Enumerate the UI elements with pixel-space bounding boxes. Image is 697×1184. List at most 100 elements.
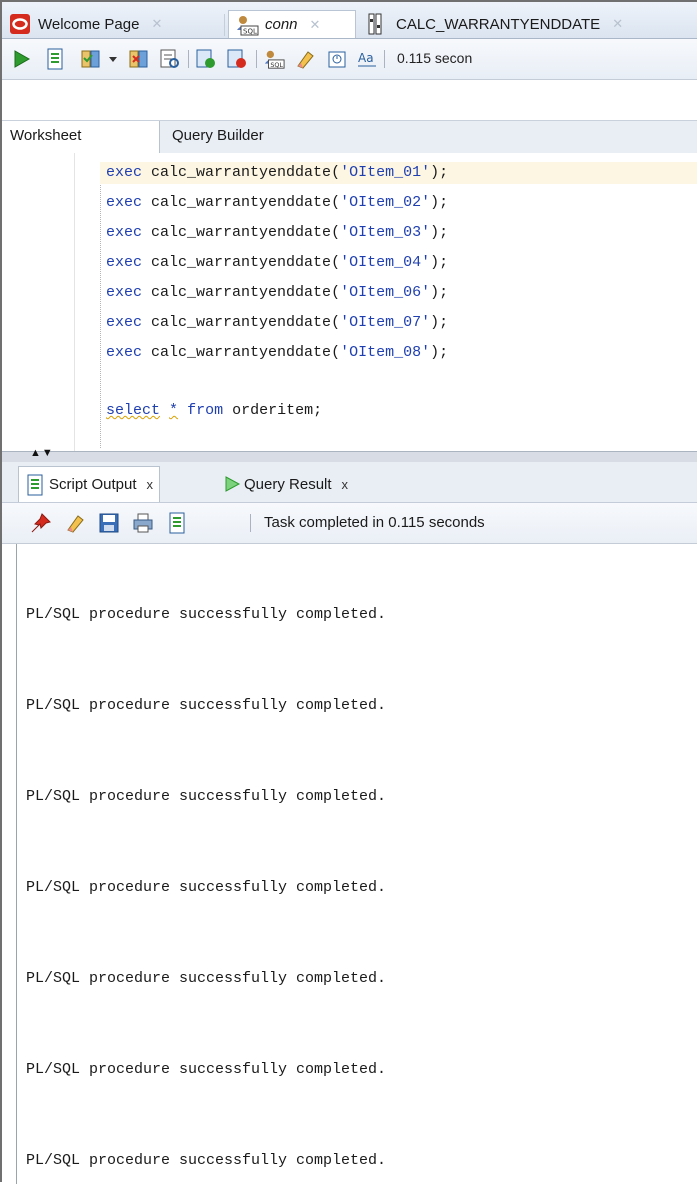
keyword-exec: exec: [106, 254, 143, 271]
toolbar-divider: [250, 514, 251, 532]
tab-divider: [224, 14, 225, 36]
keyword-exec: exec: [106, 284, 143, 301]
svg-text:SQL: SQL: [243, 27, 257, 35]
document-tab-bar: Welcome Page ✕ SQL conn ✕ CALC_WARRANTYE…: [2, 2, 697, 39]
keyword-exec: exec: [106, 194, 143, 211]
tab-label: Script Output: [49, 476, 137, 493]
ide-window: Welcome Page ✕ SQL conn ✕ CALC_WARRANTYE…: [0, 0, 697, 1184]
tab-label: Welcome Page: [38, 15, 140, 33]
close-icon[interactable]: x: [147, 477, 154, 492]
save-icon[interactable]: [98, 512, 120, 534]
svg-text:Aa: Aa: [358, 51, 374, 65]
autotrace-icon[interactable]: [195, 48, 217, 70]
close-paren: );: [430, 254, 449, 271]
string-literal: 'OItem_02': [340, 194, 431, 211]
open-paren: (: [331, 194, 341, 211]
keyword-exec: exec: [106, 344, 143, 361]
output-line: PL/SQL procedure successfully completed.: [26, 788, 387, 805]
code-line-exec[interactable]: exec calc_warrantyenddate('OItem_01');: [100, 162, 697, 184]
close-icon[interactable]: ✕: [310, 17, 321, 33]
sql-editor[interactable]: exec calc_warrantyenddate('OItem_01'); ex…: [2, 153, 697, 451]
print-icon[interactable]: [132, 512, 154, 534]
procedure-name: calc_warrantyenddate: [151, 194, 332, 211]
worksheet-toolbar: SQL Aa 0.115 secon: [2, 39, 697, 80]
code-line-exec[interactable]: exec calc_warrantyenddate('OItem_03');: [106, 222, 448, 244]
worksheet-tab-bar: Worksheet Query Builder: [2, 120, 697, 154]
run-script-icon[interactable]: [44, 48, 66, 70]
tab-script-output[interactable]: Script Output x: [18, 466, 161, 502]
tab-conn[interactable]: SQL conn ✕: [228, 10, 356, 38]
procedure-name: calc_warrantyenddate: [151, 164, 332, 181]
line-gutter: [2, 153, 75, 451]
sql-tuning-icon[interactable]: [226, 48, 248, 70]
script-output-pane[interactable]: PL/SQL procedure successfully completed.…: [16, 544, 697, 1184]
code-line-select[interactable]: select * from orderitem;: [106, 400, 322, 422]
toolbar-spacer: [2, 80, 697, 120]
string-literal: 'OItem_01': [340, 164, 431, 181]
procedure-name: calc_warrantyenddate: [151, 254, 332, 271]
output-line: PL/SQL procedure successfully completed.: [26, 606, 387, 623]
toolbar-divider: [256, 50, 257, 68]
keyword-select: select: [106, 402, 161, 419]
code-line-exec[interactable]: exec calc_warrantyenddate('OItem_04');: [106, 252, 448, 274]
output-line: PL/SQL procedure successfully completed.: [26, 879, 387, 896]
procedure-icon: [366, 13, 386, 35]
code-line-exec[interactable]: exec calc_warrantyenddate('OItem_07');: [106, 312, 448, 334]
clear-icon[interactable]: [64, 512, 86, 534]
sql-connection-icon: SQL: [235, 14, 259, 36]
code-line-exec[interactable]: exec calc_warrantyenddate('OItem_06');: [106, 282, 448, 304]
dropdown-icon[interactable]: [105, 48, 121, 70]
code-line-exec[interactable]: exec calc_warrantyenddate('OItem_02');: [106, 192, 448, 214]
output-line: PL/SQL procedure successfully completed.: [26, 1061, 387, 1078]
tab-label: conn: [265, 16, 298, 33]
close-paren: );: [430, 344, 449, 361]
string-literal: 'OItem_04': [340, 254, 431, 271]
explain-plan-icon[interactable]: [159, 48, 181, 70]
close-paren: );: [430, 194, 449, 211]
execution-time: 0.115 secon: [397, 50, 473, 66]
splitter-arrows-icon[interactable]: ▲▼: [30, 448, 54, 459]
toolbar-divider: [384, 50, 385, 68]
pin-icon[interactable]: [30, 512, 52, 534]
close-paren: );: [430, 284, 449, 301]
run-statement-icon[interactable]: [10, 48, 32, 70]
output-line: PL/SQL procedure successfully completed.: [26, 1152, 387, 1169]
keyword-exec: exec: [106, 224, 143, 241]
close-icon[interactable]: ✕: [151, 16, 162, 32]
string-literal: 'OItem_08': [340, 344, 431, 361]
procedure-name: calc_warrantyenddate: [151, 314, 332, 331]
open-file-icon[interactable]: [166, 512, 188, 534]
task-status: Task completed in 0.115 seconds: [264, 514, 485, 531]
tab-welcome-page[interactable]: Welcome Page ✕: [10, 10, 162, 38]
keyword-exec: exec: [106, 314, 143, 331]
string-literal: 'OItem_03': [340, 224, 431, 241]
code-line-exec[interactable]: exec calc_warrantyenddate('OItem_08');: [106, 342, 448, 364]
string-literal: 'OItem_07': [340, 314, 431, 331]
format-icon[interactable]: [326, 48, 348, 70]
close-paren: );: [430, 164, 449, 181]
open-paren: (: [331, 224, 341, 241]
tab-label: CALC_WARRANTYENDDATE: [396, 15, 601, 33]
sql-history-icon[interactable]: SQL: [263, 48, 285, 70]
tab-calc-warrantyenddate[interactable]: CALC_WARRANTYENDDATE ✕: [366, 10, 623, 38]
commit-icon[interactable]: [80, 48, 102, 70]
tab-worksheet[interactable]: Worksheet: [2, 121, 160, 154]
to-case-icon[interactable]: Aa: [356, 48, 378, 70]
open-paren: (: [331, 344, 341, 361]
close-icon[interactable]: x: [342, 477, 349, 492]
tab-query-builder[interactable]: Query Builder: [164, 121, 272, 153]
procedure-name: calc_warrantyenddate: [151, 284, 332, 301]
clear-icon[interactable]: [294, 48, 316, 70]
rollback-icon[interactable]: [128, 48, 150, 70]
open-paren: (: [331, 254, 341, 271]
svg-text:SQL: SQL: [270, 61, 283, 69]
toolbar-divider: [188, 50, 189, 68]
open-paren: (: [331, 284, 341, 301]
tab-query-result[interactable]: Query Result x: [216, 466, 354, 502]
close-paren: );: [430, 314, 449, 331]
open-paren: (: [331, 314, 341, 331]
string-literal: 'OItem_06': [340, 284, 431, 301]
procedure-name: calc_warrantyenddate: [151, 224, 332, 241]
close-icon[interactable]: ✕: [612, 16, 623, 32]
script-output-icon: [25, 474, 45, 496]
